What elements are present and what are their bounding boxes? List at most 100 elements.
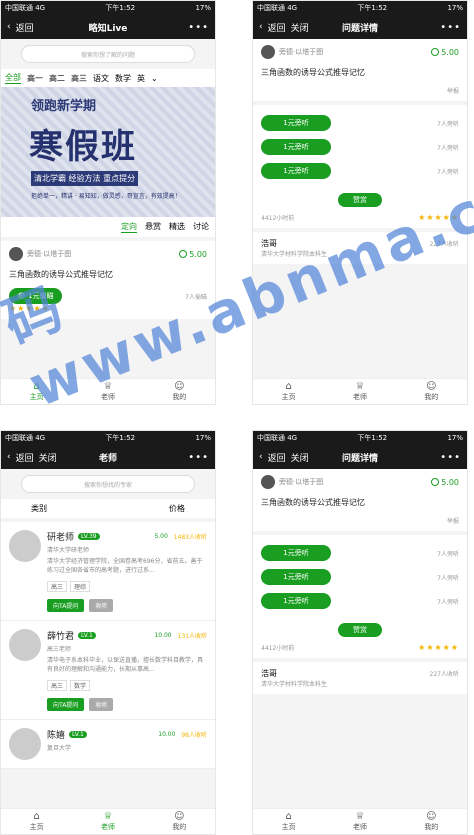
promo-banner[interactable]: 领跑新学期 寒假班 清北学霸 经验方法 重点提分 拒绝单一，精讲 · 易知知，做… bbox=[1, 87, 215, 217]
category-2[interactable]: 高二 bbox=[49, 73, 65, 84]
nav-mine[interactable]: ☺ 我的 bbox=[424, 810, 438, 832]
listen-count: 7人偷瞄 bbox=[185, 293, 207, 301]
back-button[interactable]: ‹ 返回 bbox=[7, 21, 34, 34]
close-label[interactable]: 关闭 bbox=[291, 451, 309, 464]
nav-mine-label: 我的 bbox=[172, 392, 187, 401]
question-detail: 旁德·以塔于图 5.00 三角函数的诱导公式推导记忆 举报 bbox=[253, 39, 467, 101]
report-link[interactable]: 举报 bbox=[261, 516, 459, 525]
rating-stars: ★★★★★ bbox=[418, 213, 459, 222]
nav-home[interactable]: ⌂ 主页 bbox=[29, 811, 44, 832]
home-icon: ⌂ bbox=[285, 810, 292, 822]
teacher-item[interactable]: 研老师 LV.39 5.00 1483人收听 清华大学研老师 清华大学经济管理学院… bbox=[1, 522, 215, 621]
close-label[interactable]: 关闭 bbox=[291, 21, 309, 34]
trophy-icon: ♕ bbox=[103, 380, 113, 392]
teacher-count: 1483人收听 bbox=[173, 534, 207, 541]
back-button[interactable]: ‹ 返回 关闭 bbox=[7, 451, 57, 464]
nav-teachers[interactable]: ♕ 老师 bbox=[353, 811, 367, 832]
nav-teachers[interactable]: ♕ 老师 bbox=[101, 380, 115, 402]
tab-discuss[interactable]: 讨论 bbox=[193, 221, 209, 233]
user-icon: ☺ bbox=[426, 810, 437, 822]
category-4[interactable]: 语文 bbox=[93, 73, 109, 84]
teacher-price: 5.00 bbox=[154, 533, 168, 540]
teacher-item[interactable]: 陈嬉 LV.1 10.00 98人收听 复旦大学 bbox=[1, 720, 215, 769]
category-6[interactable]: 英 bbox=[137, 73, 145, 84]
answer-count-2: 7人旁听 bbox=[437, 574, 459, 582]
audio-answer-3[interactable]: 1元旁听 bbox=[261, 163, 331, 179]
audio-answer-1[interactable]: 1元旁听 bbox=[261, 115, 331, 131]
nav-mine[interactable]: ☺ 我的 bbox=[424, 380, 438, 402]
nav-bar: ‹ 返回 关闭 问题详情 ••• bbox=[253, 445, 467, 469]
battery-indicator: 17% bbox=[195, 434, 211, 442]
audio-answer-2[interactable]: 1元旁听 bbox=[261, 139, 331, 155]
category-3[interactable]: 高三 bbox=[71, 73, 87, 84]
comment-card[interactable]: 浩哥 227人收听 清华大学材料学院本科生 bbox=[253, 662, 467, 694]
more-icon[interactable]: ••• bbox=[440, 22, 461, 33]
follow-button[interactable]: 收听 bbox=[89, 698, 114, 711]
teacher-school: 清华大学研老师 bbox=[47, 547, 90, 554]
carrier-label: 中国联通 4G bbox=[5, 434, 46, 442]
tab-directed[interactable]: 定向 bbox=[121, 221, 137, 233]
more-icon[interactable]: ••• bbox=[440, 452, 461, 463]
answer-count-3: 7人旁听 bbox=[437, 168, 459, 176]
user-icon: ☺ bbox=[174, 380, 185, 392]
nav-home[interactable]: ⌂ 主页 bbox=[282, 381, 296, 402]
user-name: 旁德·以塔于图 bbox=[279, 478, 324, 486]
coin-icon bbox=[431, 478, 440, 486]
category-1[interactable]: 高一 bbox=[27, 73, 43, 84]
nav-bar: ‹ 返回 关闭 问题详情 ••• bbox=[253, 15, 467, 39]
follow-button[interactable]: 收听 bbox=[89, 599, 114, 612]
bottom-nav: ⌂ 主页 ♕ 老师 ☺ 我的 bbox=[1, 378, 215, 404]
bottom-nav: ⌂ 主页 ♕ 老师 ☺ 我的 bbox=[1, 808, 215, 834]
filter-category[interactable]: 类别 bbox=[31, 503, 47, 514]
tab-bounty[interactable]: 悬赏 bbox=[145, 221, 161, 233]
nav-mine[interactable]: ☺ 我的 bbox=[172, 811, 186, 832]
listen-button[interactable]: 👁 1元偷瞄 bbox=[9, 288, 62, 304]
battery-percent: 17% bbox=[447, 4, 463, 12]
category-5[interactable]: 数学 bbox=[115, 73, 131, 84]
nav-teachers[interactable]: ♕ 老师 bbox=[101, 811, 115, 832]
user-icon: ☺ bbox=[426, 380, 437, 392]
teacher-price: 10.00 bbox=[158, 731, 176, 738]
tab-featured[interactable]: 精选 bbox=[169, 221, 185, 233]
category-all[interactable]: 全部 bbox=[5, 72, 21, 84]
nav-bar: ‹ 返回 关闭 老师 ••• bbox=[1, 445, 215, 469]
nav-bar: ‹ 返回 略知Live ••• bbox=[1, 15, 215, 39]
teacher-item[interactable]: 薛竹君 LV.1 10.00 131人收听 高三老师 清华电子系本科毕业，以保送直… bbox=[1, 621, 215, 720]
back-button[interactable]: ‹ 返回 关闭 bbox=[259, 21, 309, 34]
feed-tabs: 定向 悬赏 精选 讨论 bbox=[1, 217, 215, 237]
reward-button[interactable]: 赞赏 bbox=[338, 623, 382, 637]
close-label[interactable]: 关闭 bbox=[39, 451, 57, 464]
chevron-left-icon: ‹ bbox=[7, 22, 11, 32]
filter-price[interactable]: 价格 bbox=[169, 503, 185, 514]
nav-mine[interactable]: ☺ 我的 bbox=[172, 380, 187, 402]
bottom-nav: ⌂ 主页 ♕ 老师 ☺ 我的 bbox=[253, 808, 467, 834]
question-card[interactable]: 旁德·以塔于图 5.00 三角函数的诱导公式推导记忆 👁 1元偷瞄 7人偷瞄 ★… bbox=[1, 241, 215, 319]
search-input[interactable]: 搜索你想找的专家 bbox=[21, 475, 195, 493]
audio-answer-2[interactable]: 1元旁听 bbox=[261, 569, 331, 585]
nav-home-label: 主页 bbox=[29, 822, 44, 831]
comment-snippet: 清华大学材料学院本科生 bbox=[261, 251, 328, 258]
dropdown-chevron-icon[interactable]: ⌄ bbox=[151, 74, 158, 83]
battery-percent: 17% bbox=[447, 434, 463, 442]
timestamp: 4412小时前 bbox=[261, 645, 295, 652]
ask-button[interactable]: 向TA提问 bbox=[47, 599, 85, 612]
nav-home[interactable]: ⌂ 主页 bbox=[30, 381, 44, 402]
answer-count-3: 7人旁听 bbox=[437, 598, 459, 606]
comment-count: 227人收听 bbox=[429, 241, 459, 248]
more-icon[interactable]: ••• bbox=[188, 22, 209, 33]
search-input[interactable]: 搜索你想了解的问题 bbox=[21, 45, 195, 63]
more-icon[interactable]: ••• bbox=[188, 452, 209, 463]
avatar bbox=[9, 728, 41, 760]
nav-teachers[interactable]: ♕ 老师 bbox=[353, 381, 367, 402]
phone-detail-b: 中国联通 4G 下午1:52 17% ‹ 返回 关闭 问题详情 ••• 旁德·以… bbox=[252, 430, 468, 835]
back-button[interactable]: ‹ 返回 关闭 bbox=[259, 451, 309, 464]
nav-home[interactable]: ⌂ 主页 bbox=[282, 810, 296, 832]
level-badge: LV.1 bbox=[78, 632, 96, 639]
ask-button[interactable]: 向TA提问 bbox=[47, 698, 85, 711]
reward-button[interactable]: 赞赏 bbox=[338, 193, 382, 207]
audio-answer-3[interactable]: 1元旁听 bbox=[261, 593, 331, 609]
comment-card[interactable]: 浩哥 227人收听 清华大学材料学院本科生 bbox=[253, 232, 467, 264]
question-detail: 旁德·以塔于图 5.00 三角函数的诱导公式推导记忆 举报 bbox=[253, 469, 467, 531]
audio-answer-1[interactable]: 1元旁听 bbox=[261, 545, 331, 561]
report-link[interactable]: 举报 bbox=[261, 86, 459, 95]
